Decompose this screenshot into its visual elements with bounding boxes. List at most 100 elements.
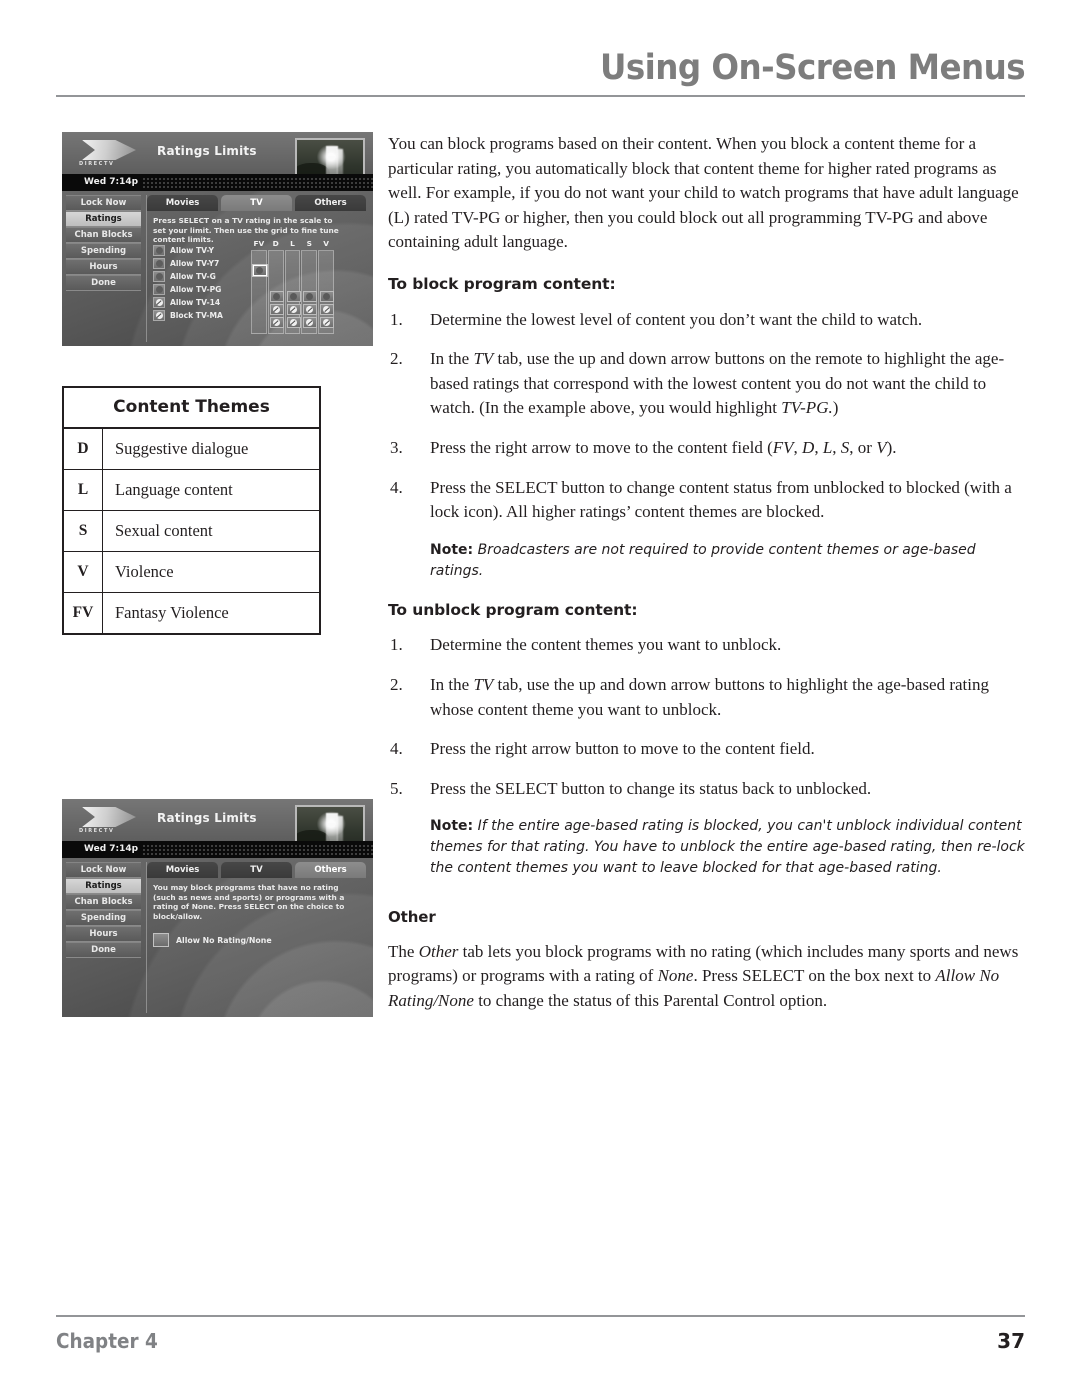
screen-menu-title: Ratings Limits [157, 811, 257, 825]
screen-tabbar: Movies TV Others [147, 195, 369, 211]
step-text: In the TV tab, use the up and down arrow… [430, 674, 990, 719]
sidebar-item-lock-now[interactable]: Lock Now [66, 195, 141, 211]
column-header-d: D [272, 239, 279, 248]
screen-topbar: DIRECTV Ratings Limits [62, 799, 373, 856]
theme-code: S [62, 510, 103, 552]
content-cell-locked[interactable] [303, 304, 318, 315]
screen-content-panel: Movies TV Others You may block programs … [146, 862, 369, 1013]
footer-chapter-label: Chapter 4 [56, 1329, 158, 1353]
status-circle-icon[interactable] [153, 284, 165, 296]
content-cell-locked[interactable] [269, 304, 284, 315]
content-cell-unlocked[interactable] [269, 291, 284, 302]
checkbox-icon[interactable] [153, 933, 169, 948]
sidebar-item-hours[interactable]: Hours [66, 259, 141, 275]
tab-others[interactable]: Others [295, 862, 366, 878]
screenshot-ratings-tv-tab: DIRECTV Ratings Limits Wed 7:14p Lock No… [62, 132, 373, 346]
content-cell-unlocked[interactable] [253, 265, 267, 276]
column-header-v: V [323, 239, 329, 248]
rating-label: Allow TV-PG [170, 285, 222, 295]
sidebar-item-chan-blocks[interactable]: Chan Blocks [66, 894, 141, 910]
step-text: In the TV tab, use the up and down arrow… [430, 349, 1005, 418]
sidebar-item-spending[interactable]: Spending [66, 910, 141, 926]
tab-tv[interactable]: TV [221, 862, 292, 878]
tab-others[interactable]: Others [295, 195, 366, 211]
heading-to-unblock-program-content: To unblock program content: [388, 600, 638, 619]
screen-tabbar: Movies TV Others [147, 862, 369, 878]
status-circle-icon[interactable] [153, 245, 165, 257]
status-circle-icon[interactable] [153, 271, 165, 283]
others-instruction-text: You may block programs that have no rati… [153, 883, 345, 921]
body-column: You can block programs based on their co… [388, 132, 1026, 1031]
step-text: Press the SELECT button to change its st… [430, 778, 872, 798]
note-label: Note: [430, 541, 474, 558]
sidebar-item-ratings[interactable]: Ratings [66, 878, 141, 894]
rating-row[interactable]: Allow TV-Y7 [153, 258, 245, 270]
step-text: Determine the lowest level of content yo… [430, 309, 923, 329]
content-cell-unlocked[interactable] [303, 291, 318, 302]
content-cell-locked[interactable] [286, 304, 301, 315]
column-header-fv: FV [253, 239, 265, 248]
rating-row[interactable]: Allow TV-Y [153, 245, 245, 257]
step-number: 2. [390, 349, 403, 369]
status-circle-icon[interactable] [153, 258, 165, 270]
column-header-l: L [290, 239, 295, 248]
rating-row[interactable]: Block TV-MA [153, 310, 245, 322]
clock-readout: Wed 7:14p [84, 177, 139, 187]
other-paragraph: The Other tab lets you block programs wi… [388, 941, 1019, 1011]
tab-movies[interactable]: Movies [147, 862, 218, 878]
heading-to-block-program-content: To block program content: [388, 274, 616, 293]
heading-other: Other [388, 908, 436, 927]
note-entire-rating-blocked: Note: If the entire age-based rating is … [388, 816, 1026, 879]
note-broadcasters: Note: Broadcasters are not required to p… [388, 540, 1026, 582]
tab-tv[interactable]: TV [221, 195, 292, 211]
content-cell-unlocked[interactable] [320, 291, 335, 302]
step-number: 1. [390, 309, 403, 329]
content-theme-grid: FV D L S V [251, 239, 335, 334]
step-text: Determine the content themes you want to… [430, 635, 782, 655]
content-cell-locked[interactable] [269, 317, 284, 328]
rating-label: Allow TV-Y7 [170, 259, 220, 269]
screenshot-ratings-others-tab: DIRECTV Ratings Limits Wed 7:14p Lock No… [62, 799, 373, 1017]
rating-row[interactable]: Allow TV-PG [153, 284, 245, 296]
sidebar-item-ratings[interactable]: Ratings [66, 211, 141, 227]
allow-no-rating-row[interactable]: Allow No Rating/None [153, 933, 365, 948]
lock-icon[interactable] [153, 310, 165, 322]
note-text: Broadcasters are not required to provide… [430, 541, 976, 579]
tab-movies[interactable]: Movies [147, 195, 218, 211]
sidebar-item-done[interactable]: Done [66, 942, 141, 958]
banner-dot-pattern [142, 177, 373, 189]
content-cell-locked[interactable] [320, 304, 335, 315]
table-row: L Language content [62, 469, 321, 511]
sidebar-item-done[interactable]: Done [66, 275, 141, 291]
sidebar-item-spending[interactable]: Spending [66, 243, 141, 259]
sidebar-item-lock-now[interactable]: Lock Now [66, 862, 141, 878]
directv-logo-icon: DIRECTV [76, 139, 142, 169]
content-grid-header: FV D L S V [251, 239, 335, 249]
list-item: 4. Press the right arrow button to move … [388, 737, 1026, 762]
screen-menu-title: Ratings Limits [157, 144, 257, 158]
column-header-s: S [306, 239, 312, 248]
content-cell-locked[interactable] [286, 317, 301, 328]
rating-label: Block TV-MA [170, 311, 223, 321]
content-cell-locked[interactable] [303, 317, 318, 328]
unblock-steps-list: 1. Determine the content themes you want… [388, 633, 1026, 801]
rating-row[interactable]: Allow TV-14 [153, 297, 245, 309]
step-number: 2. [390, 674, 403, 694]
rating-label: Allow TV-G [170, 272, 216, 282]
rating-row[interactable]: Allow TV-G [153, 271, 245, 283]
content-themes-table: Content Themes D Suggestive dialogue L L… [62, 386, 321, 635]
sidebar-item-hours[interactable]: Hours [66, 926, 141, 942]
step-text: Press the right arrow to move to the con… [430, 437, 897, 457]
others-tab-body: You may block programs that have no rati… [153, 883, 365, 948]
screen-clock-bar: Wed 7:14p [62, 841, 373, 858]
clock-readout: Wed 7:14p [84, 844, 139, 854]
theme-description: Suggestive dialogue [102, 427, 321, 470]
content-themes-caption: Content Themes [62, 386, 321, 427]
banner-dot-pattern [142, 844, 373, 856]
content-cell-locked[interactable] [320, 317, 335, 328]
lock-icon[interactable] [153, 297, 165, 309]
sidebar-item-chan-blocks[interactable]: Chan Blocks [66, 227, 141, 243]
intro-paragraph: You can block programs based on their co… [388, 134, 1019, 252]
content-cell-unlocked[interactable] [286, 291, 301, 302]
table-row: S Sexual content [62, 510, 321, 552]
